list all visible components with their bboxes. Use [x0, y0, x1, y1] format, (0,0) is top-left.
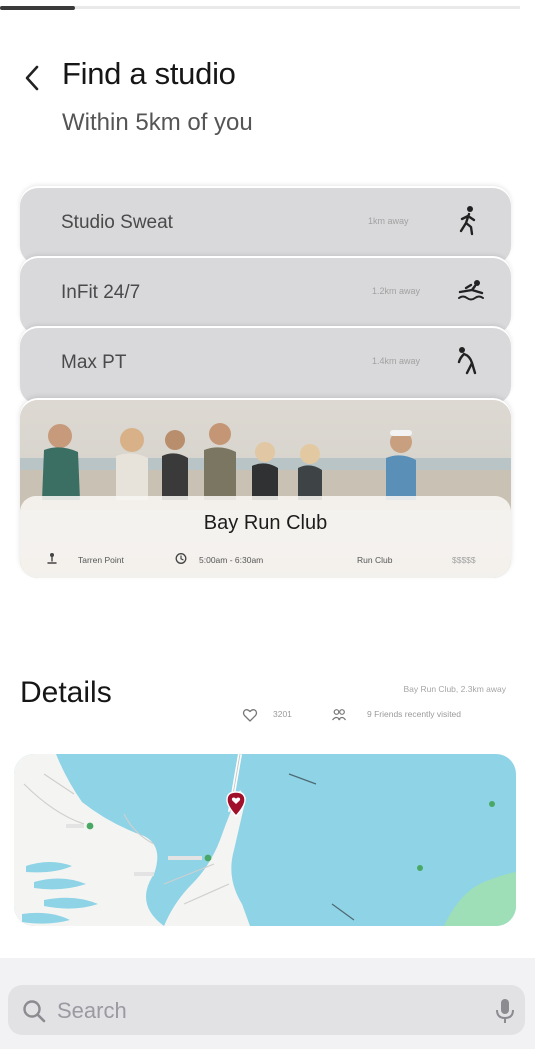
studio-card-max-pt[interactable]: Max PT 1.4km away [20, 328, 511, 404]
search-icon [23, 1000, 46, 1023]
details-distance: Bay Run Club, 2.3km away [403, 684, 506, 694]
featured-location: Tarren Point [78, 555, 124, 565]
chevron-left-icon [25, 65, 39, 91]
search-input[interactable] [55, 994, 479, 1028]
studio-card-infit[interactable]: InFit 24/7 1.2km away [20, 258, 511, 334]
featured-info-panel [20, 496, 511, 578]
microphone-icon[interactable] [494, 997, 516, 1025]
page-subtitle: Within 5km of you [62, 109, 253, 136]
studio-name: Max PT [61, 352, 127, 373]
location-person-icon [47, 553, 57, 564]
featured-studio-name: Bay Run Club [203, 512, 328, 534]
friends-icon [332, 709, 346, 721]
top-progress-bar [0, 0, 535, 14]
studio-card-studio-sweat[interactable]: Studio Sweat 1km away [20, 188, 511, 264]
page-title: Find a studio [62, 56, 236, 91]
back-button[interactable] [18, 62, 46, 94]
progress-track [0, 6, 520, 9]
studio-distance: 1.4km away [372, 356, 421, 366]
featured-time: 5:00am - 6:30am [199, 555, 264, 565]
studio-distance: 1km away [368, 216, 409, 226]
featured-price: $$$$$ [452, 555, 476, 565]
featured-type: Run Club [357, 555, 393, 565]
likes-count: 3201 [273, 709, 292, 719]
map-view[interactable] [14, 754, 516, 926]
friends-visited: 9 Friends recently visited [367, 709, 462, 719]
studio-name: Studio Sweat [61, 212, 173, 233]
map-graphic [14, 754, 516, 926]
studio-name: InFit 24/7 [61, 282, 141, 303]
details-heading: Details [20, 676, 112, 709]
progress-fill [0, 6, 75, 10]
heart-icon[interactable] [242, 707, 258, 723]
studio-distance: 1.2km away [372, 286, 421, 296]
search-bar[interactable] [8, 985, 525, 1035]
clock-icon [175, 553, 187, 564]
featured-studio-card[interactable]: Bay Run Club Tarren Point 5:00am - 6:30a… [20, 400, 511, 578]
running-person-icon [459, 206, 476, 236]
stretching-person-icon [457, 347, 477, 375]
swimming-person-icon [458, 280, 484, 301]
location-pin-icon[interactable] [224, 790, 248, 818]
